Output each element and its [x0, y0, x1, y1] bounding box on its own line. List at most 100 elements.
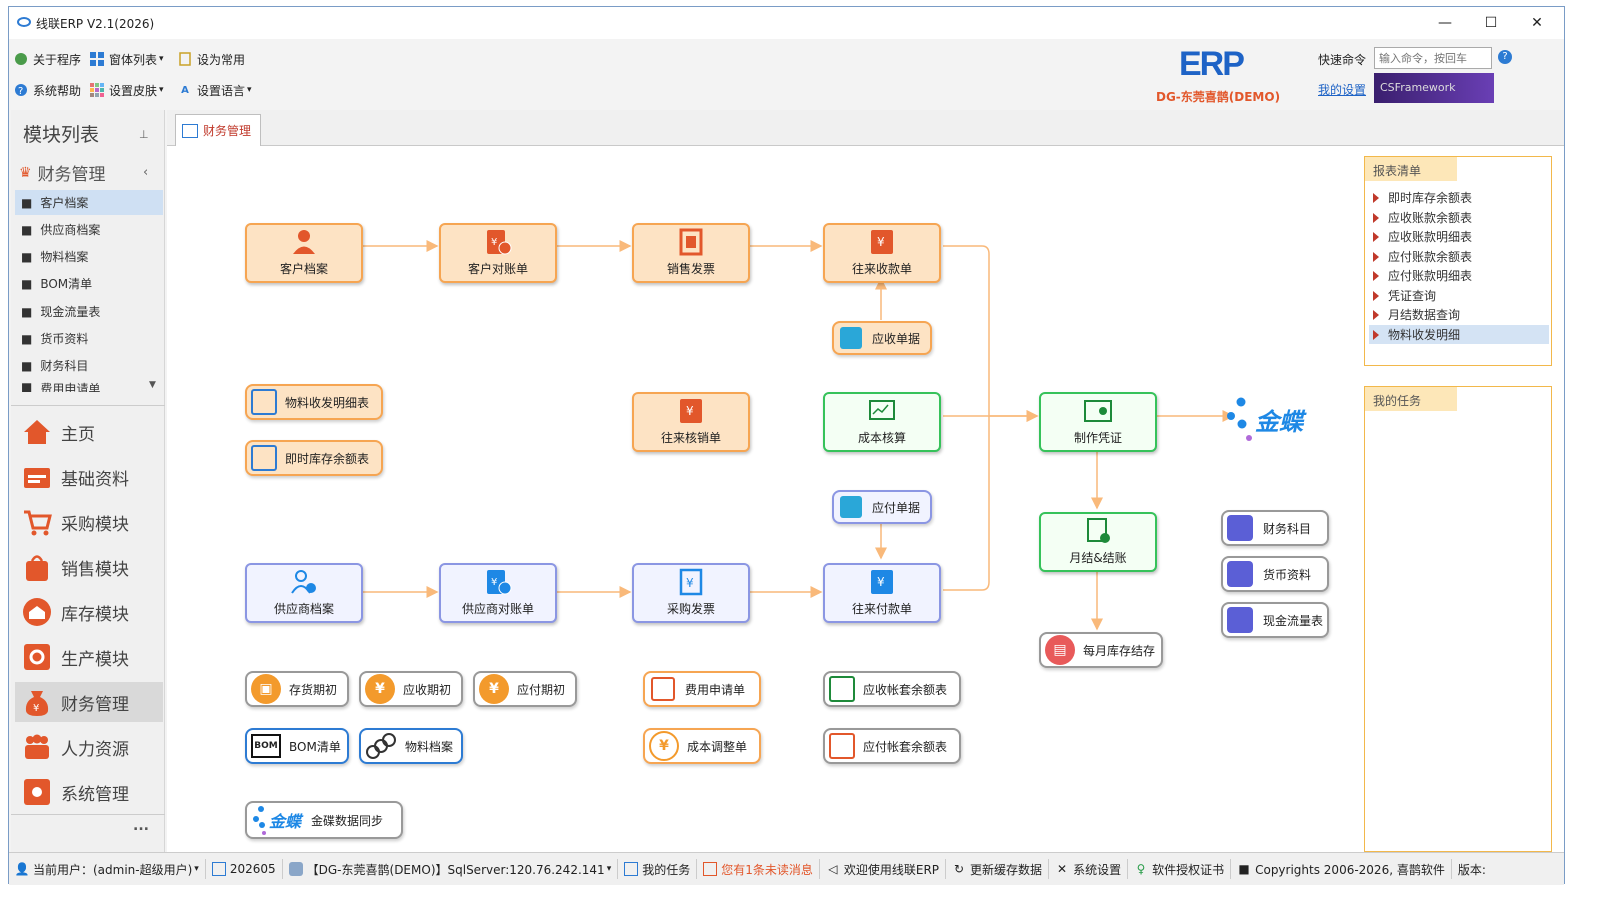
- module-sales[interactable]: 销售模块: [15, 547, 163, 587]
- language-button[interactable]: A 设置语言 ▾: [177, 79, 251, 101]
- node-currency[interactable]: 货币资料: [1221, 556, 1329, 592]
- node-material-detail[interactable]: 物料收发明细表: [245, 384, 383, 420]
- node-customer-reconcile[interactable]: ¥ 客户对账单: [439, 223, 557, 283]
- node-kingdee-sync[interactable]: 金蝶 金碟数据同步: [245, 801, 403, 839]
- sidebar-item-currency[interactable]: ■ 货币资料: [15, 326, 163, 351]
- node-supplier-reconcile[interactable]: ¥ 供应商对账单: [439, 563, 557, 623]
- report-item[interactable]: 应付账款明细表: [1373, 266, 1549, 285]
- help-button[interactable]: ? 系统帮助: [13, 79, 81, 101]
- node-ap-init[interactable]: ¥ 应付期初: [473, 671, 577, 707]
- node-sales-invoice[interactable]: 销售发票: [632, 223, 750, 283]
- node-bom[interactable]: BOM BOM清单: [245, 728, 349, 764]
- node-payable-doc[interactable]: 应付单据: [832, 490, 932, 524]
- node-fin-subject[interactable]: 财务科目: [1221, 510, 1329, 546]
- building-icon: [1227, 607, 1253, 633]
- node-supplier[interactable]: 供应商档案: [245, 563, 363, 623]
- node-writeoff[interactable]: ¥ 往来核销单: [632, 392, 750, 452]
- node-stock-balance[interactable]: 即时库存余额表: [245, 440, 383, 476]
- doc-icon: [840, 327, 862, 349]
- module-finance[interactable]: ¥ 财务管理: [15, 682, 163, 722]
- module-home[interactable]: 主页: [15, 412, 163, 452]
- report-item[interactable]: 物料收发明细: [1369, 325, 1549, 344]
- report-item[interactable]: 即时库存余额表: [1373, 188, 1549, 207]
- module-system[interactable]: 系统管理: [15, 772, 163, 812]
- app-window: 线联ERP V2.1(2026) — ☐ ✕ 关于程序 窗体列表 ▾ 设为常用 ?…: [8, 6, 1565, 885]
- node-purchase-invoice[interactable]: ¥ 采购发票: [632, 563, 750, 623]
- cube-icon: ■: [21, 304, 33, 319]
- stock-calendar-icon: ▤: [1045, 635, 1075, 665]
- status-tasks[interactable]: 我的任务: [618, 859, 698, 879]
- report-item[interactable]: 应收账款余额表: [1373, 208, 1549, 227]
- status-db[interactable]: 【DG-东莞喜鹊(DEMO)】SqlServer:120.76.242.141 ▾: [283, 859, 619, 879]
- node-cashflow[interactable]: 现金流量表: [1221, 602, 1329, 638]
- skin-button[interactable]: 设置皮肤 ▾: [89, 79, 164, 101]
- app-logo-icon: [17, 17, 31, 27]
- node-ap-balance[interactable]: 应付帐套余额表: [823, 728, 961, 764]
- status-refresh[interactable]: ↻ 更新缓存数据: [946, 859, 1050, 879]
- sidebar-item-customer[interactable]: ■ 客户档案: [15, 190, 163, 215]
- sidebar-item-bom[interactable]: ■ BOM清单: [15, 271, 163, 296]
- sidebar-item-supplier[interactable]: ■ 供应商档案: [15, 217, 163, 242]
- maximize-button[interactable]: ☐: [1468, 7, 1514, 39]
- sidebar-item-material[interactable]: ■ 物料档案: [15, 244, 163, 269]
- system-icon: [21, 776, 53, 808]
- more-button[interactable]: ...: [133, 818, 149, 834]
- node-cost-adjust[interactable]: ¥ 成本调整单: [643, 728, 761, 764]
- node-ar-balance[interactable]: 应收帐套余额表: [823, 671, 961, 707]
- home-icon: [21, 416, 53, 448]
- window-list-button[interactable]: 窗体列表 ▾: [89, 48, 164, 70]
- group-finance[interactable]: ♛ 财务管理 ‹: [19, 160, 148, 186]
- node-month-close[interactable]: 月结&结账: [1039, 512, 1157, 572]
- triangle-icon: [1373, 270, 1379, 281]
- status-unread[interactable]: 您有1条未读消息: [697, 859, 820, 879]
- palette-icon: [89, 82, 105, 98]
- minimize-button[interactable]: —: [1422, 7, 1468, 39]
- close-button[interactable]: ✕: [1514, 7, 1560, 39]
- status-user[interactable]: 👤 当前用户：(admin-超级用户) ▾: [9, 859, 206, 879]
- about-button[interactable]: 关于程序: [13, 48, 81, 70]
- report-item[interactable]: 应收账款明细表: [1373, 227, 1549, 246]
- payment-icon: ¥: [867, 567, 897, 597]
- node-receivable[interactable]: ¥ 往来收款单: [823, 223, 941, 283]
- quick-cmd-input[interactable]: [1374, 47, 1492, 69]
- tasks-title: 我的任务: [1365, 387, 1457, 411]
- my-settings-link[interactable]: 我的设置: [1318, 81, 1366, 98]
- module-production[interactable]: 生产模块: [15, 637, 163, 677]
- node-expense[interactable]: 费用申请单: [643, 671, 761, 707]
- company-name: DG-东莞喜鹊(DEMO): [1156, 90, 1281, 104]
- cost-adjust-icon: ¥: [649, 731, 679, 761]
- tab-finance[interactable]: 财务管理: [175, 114, 261, 146]
- node-receivable-doc[interactable]: 应收单据: [832, 321, 932, 355]
- pin-icon[interactable]: ⊥: [139, 128, 149, 141]
- report-item[interactable]: 凭证查询: [1373, 286, 1549, 305]
- set-common-button[interactable]: 设为常用: [177, 48, 245, 70]
- report-item[interactable]: 应付账款余额表: [1373, 247, 1549, 266]
- module-sidebar: 模块列表 ⊥ ♛ 财务管理 ‹ ■ 客户档案 ■ 供应商档案 ■ 物料档案 ■ BOM清单 …: [11, 110, 165, 852]
- status-copyright: ■ Copyrights 2006-2026, 喜鹊软件: [1231, 859, 1452, 879]
- help-icon[interactable]: ?: [1498, 50, 1512, 64]
- triangle-icon: [1373, 231, 1379, 242]
- status-settings[interactable]: ✕ 系统设置: [1049, 859, 1129, 879]
- node-ar-init[interactable]: ¥ 应收期初: [359, 671, 463, 707]
- sidebar-item-expense[interactable]: ■ 费用申请单: [15, 380, 163, 392]
- chevron-down-icon: ▾: [159, 54, 164, 64]
- node-cost-calc[interactable]: 成本核算: [823, 392, 941, 452]
- node-payment[interactable]: ¥ 往来付款单: [823, 563, 941, 623]
- node-voucher[interactable]: 制作凭证: [1039, 392, 1157, 452]
- node-material-file[interactable]: 物料档案: [359, 728, 463, 764]
- node-customer[interactable]: 客户档案: [245, 223, 363, 283]
- svg-text:¥: ¥: [686, 404, 694, 418]
- status-license[interactable]: ♀ 软件授权证书: [1128, 859, 1232, 879]
- chevron-down-icon: ▾: [159, 85, 164, 95]
- report-item[interactable]: 月结数据查询: [1373, 305, 1549, 324]
- module-inventory[interactable]: 库存模块: [15, 592, 163, 632]
- scroll-down-icon[interactable]: ▼: [149, 380, 156, 390]
- node-inv-init[interactable]: ▣ 存货期初: [245, 671, 349, 707]
- sidebar-item-cashflow[interactable]: ■ 现金流量表: [15, 299, 163, 324]
- module-purchase[interactable]: 采购模块: [15, 502, 163, 542]
- node-monthly-stock[interactable]: ▤ 每月库存结存: [1039, 632, 1163, 668]
- sidebar-item-subject[interactable]: ■ 财务科目: [15, 353, 163, 378]
- svg-text:¥: ¥: [491, 237, 497, 248]
- module-basic[interactable]: 基础资料: [15, 457, 163, 497]
- module-hr[interactable]: 人力资源: [15, 727, 163, 767]
